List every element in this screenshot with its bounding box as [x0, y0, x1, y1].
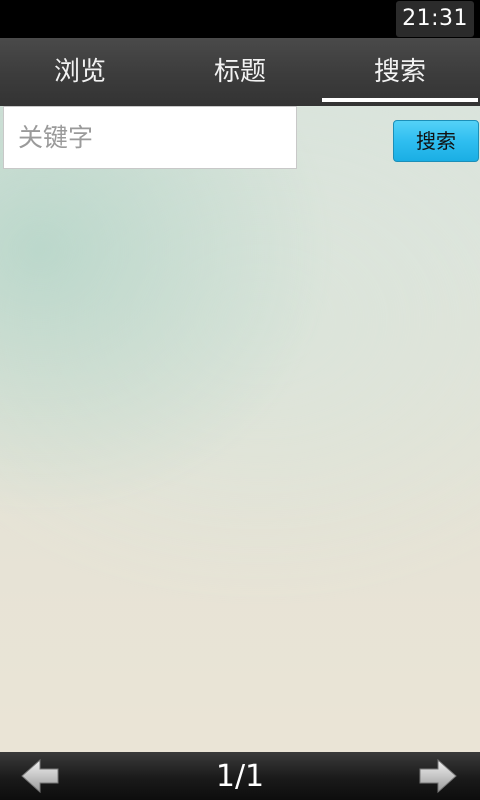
tab-search[interactable]: 搜索	[320, 38, 480, 106]
tab-selected-indicator	[322, 98, 478, 102]
status-time: 21:31	[396, 1, 474, 37]
tab-label: 浏览	[53, 57, 106, 87]
tab-browse[interactable]: 浏览	[0, 38, 160, 106]
tab-title[interactable]: 标题	[160, 38, 320, 106]
tab-label: 标题	[213, 57, 266, 87]
page-indicator: 1/1	[215, 759, 265, 794]
right-arrow-icon[interactable]	[418, 758, 458, 794]
status-bar: 21:31	[0, 0, 480, 38]
pagination-bar: 1/1	[0, 752, 480, 800]
tab-label: 搜索	[373, 57, 426, 87]
tab-bar: 浏览 标题 搜索	[0, 38, 480, 106]
search-button[interactable]: 搜索	[393, 120, 479, 162]
search-input[interactable]	[3, 106, 297, 169]
